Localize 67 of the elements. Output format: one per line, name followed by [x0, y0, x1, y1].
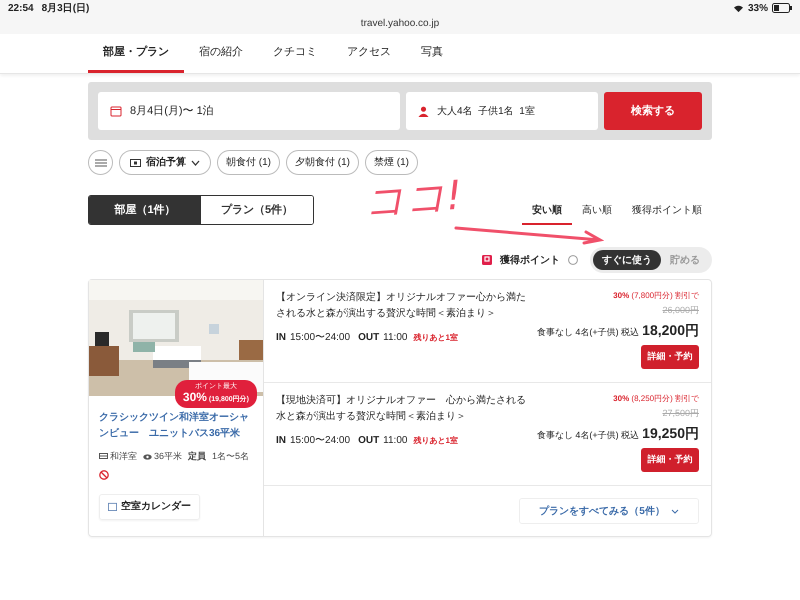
points-option[interactable]: すぐに使う [593, 250, 661, 270]
room-name-link[interactable]: クラシックツイン和洋室オーシャンビュー ユニットバス36平米 [99, 410, 253, 442]
checkin-label: IN [276, 331, 286, 345]
points-label: 獲得ポイント [500, 254, 560, 268]
room-area: 36平米 [154, 450, 182, 464]
see-all-plans-button[interactable]: プランをすべてみる（5件） [519, 498, 699, 524]
price: 18,200円 [642, 320, 699, 340]
nav-tab[interactable]: アクセス [332, 34, 406, 73]
url-text[interactable]: travel.yahoo.co.jp [360, 16, 440, 31]
nav-tab[interactable]: 宿の紹介 [184, 34, 258, 73]
eye-icon [143, 454, 152, 460]
nav-tab[interactable]: 部屋・プラン [88, 34, 184, 73]
filter-chip[interactable]: 朝食付 (1) [217, 150, 280, 175]
no-smoking-icon [99, 470, 109, 480]
help-icon [568, 255, 578, 265]
chevron-down-icon [670, 508, 679, 514]
checkin-label: IN [276, 434, 286, 448]
checkout-label: OUT [358, 434, 380, 448]
view-toggle-tab[interactable]: 部屋（1件） [89, 196, 201, 224]
calendar-icon [110, 105, 122, 117]
original-price: 27,500円 [662, 407, 699, 420]
checkout-time: 11:00 [383, 434, 408, 448]
person-icon [418, 106, 429, 116]
battery-percent: 33% [748, 2, 768, 16]
original-price: 26,000円 [662, 304, 699, 317]
capacity-label: 定員 [188, 450, 206, 463]
calendar-icon [108, 502, 117, 511]
bed-icon [99, 453, 108, 460]
status-time: 22:54 [8, 2, 34, 16]
room-type: 和洋室 [110, 450, 137, 463]
sort-tab[interactable]: 獲得ポイント順 [622, 197, 712, 225]
sliders-icon [94, 158, 106, 168]
filter-chip[interactable]: 禁煙 (1) [365, 150, 418, 175]
handwritten-note: ココ! [362, 176, 464, 222]
filter-chip[interactable]: 夕朝食付 (1) [286, 150, 359, 175]
price-conditions: 食事なし 4名(+子供) 税込 [536, 428, 640, 442]
rooms-left: 残りあと1室 [413, 435, 458, 447]
rooms-left: 残りあと1室 [413, 332, 458, 344]
battery-icon [772, 3, 792, 13]
price: 19,250円 [642, 424, 699, 442]
filter-settings-button[interactable] [88, 150, 113, 175]
checkout-time: 11:00 [383, 331, 408, 345]
money-icon [130, 158, 141, 166]
capacity-value: 1名〜5名 [212, 450, 250, 463]
budget-dropdown[interactable]: 宿泊予算 [119, 150, 211, 175]
date-field[interactable]: 8月4日(月)〜 1泊 [98, 92, 400, 130]
checkin-time: 15:00〜24:00 [290, 434, 350, 448]
nav-tab[interactable]: 写真 [406, 34, 458, 73]
checkout-label: OUT [358, 331, 380, 345]
discount-text: 30% (7,800円分) 割引で [613, 290, 699, 302]
checkin-time: 15:00〜24:00 [290, 331, 350, 345]
search-button[interactable]: 検索する [604, 92, 702, 130]
price-conditions: 食事なし 4名(+子供) 税込 [536, 326, 640, 339]
reserve-button[interactable]: 詳細・予約 [641, 344, 699, 368]
reserve-button[interactable]: 詳細・予約 [641, 448, 699, 472]
points-logo-icon [482, 255, 492, 265]
guests-field[interactable]: 大人4名 子供1名 1室 [406, 92, 598, 130]
nav-tab[interactable]: クチコミ [258, 34, 332, 73]
status-date: 8月3日(日) [42, 2, 90, 16]
plan-title[interactable]: 【現地決済可】オリジナルオファー 心から満たされる水と森が演出する贅沢な時間＜素泊まり＞ [276, 393, 526, 425]
discount-text: 30% (8,250円分) 割引で [613, 393, 699, 405]
wifi-icon [732, 4, 744, 12]
sort-tab[interactable]: 高い順 [572, 197, 622, 225]
calendar-button[interactable]: 空室カレンダー [99, 494, 200, 520]
plan-title[interactable]: 【オンライン決済限定】オリジナルオファー心から満たされる水と森が演出する贅沢な時間＜素泊まり＞ [276, 290, 526, 322]
sort-tab[interactable]: 安い順 [522, 197, 572, 225]
chevron-down-icon [191, 160, 200, 166]
